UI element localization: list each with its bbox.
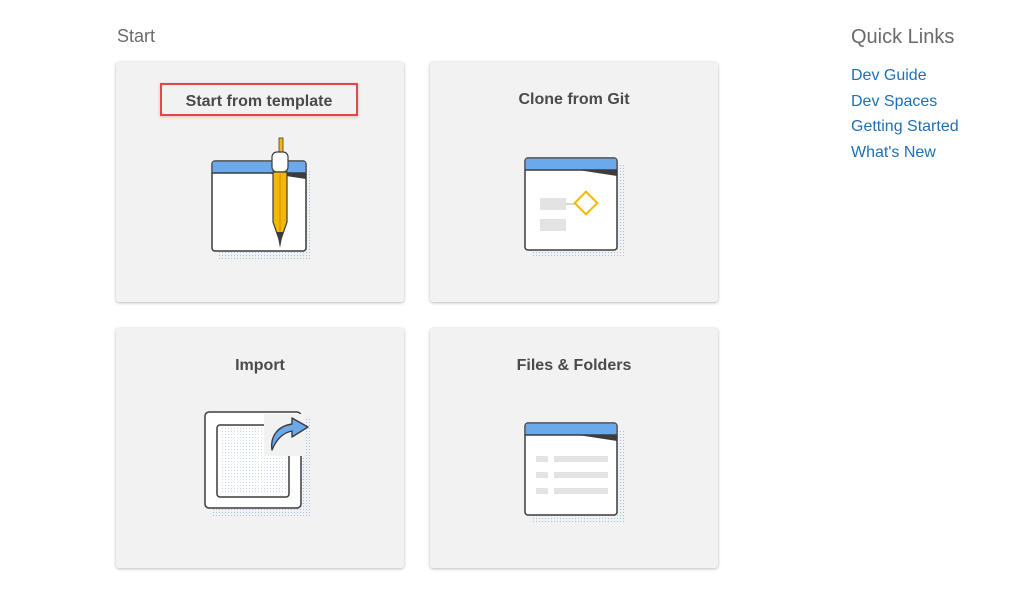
import-card[interactable]: Import bbox=[116, 328, 404, 568]
git-diagram-icon bbox=[524, 157, 624, 257]
dev-guide-link[interactable]: Dev Guide bbox=[851, 63, 959, 89]
start-section-title: Start bbox=[117, 26, 156, 46]
template-pen-icon bbox=[211, 137, 312, 259]
start-from-template-card[interactable]: Start from template bbox=[116, 62, 404, 302]
files-and-folders-card[interactable]: Files & Folders bbox=[430, 328, 718, 568]
getting-started-link[interactable]: Getting Started bbox=[851, 114, 959, 140]
import-label: Import bbox=[235, 357, 285, 374]
files-and-folders-label: Files & Folders bbox=[516, 357, 632, 374]
files-list-icon bbox=[524, 422, 624, 522]
clone-from-git-card[interactable]: Clone from Git bbox=[430, 62, 718, 302]
clone-from-git-label: Clone from Git bbox=[518, 91, 630, 108]
quick-links-list: Dev Guide Dev Spaces Getting Started Wha… bbox=[851, 63, 959, 165]
dev-spaces-link[interactable]: Dev Spaces bbox=[851, 89, 959, 115]
whats-new-link[interactable]: What's New bbox=[851, 140, 959, 166]
start-from-template-label: Start from template bbox=[160, 83, 358, 116]
quick-links-title: Quick Links bbox=[851, 26, 955, 48]
start-page: Start Start from template Clone from Git bbox=[0, 0, 1022, 591]
import-arrow-icon bbox=[204, 411, 310, 516]
